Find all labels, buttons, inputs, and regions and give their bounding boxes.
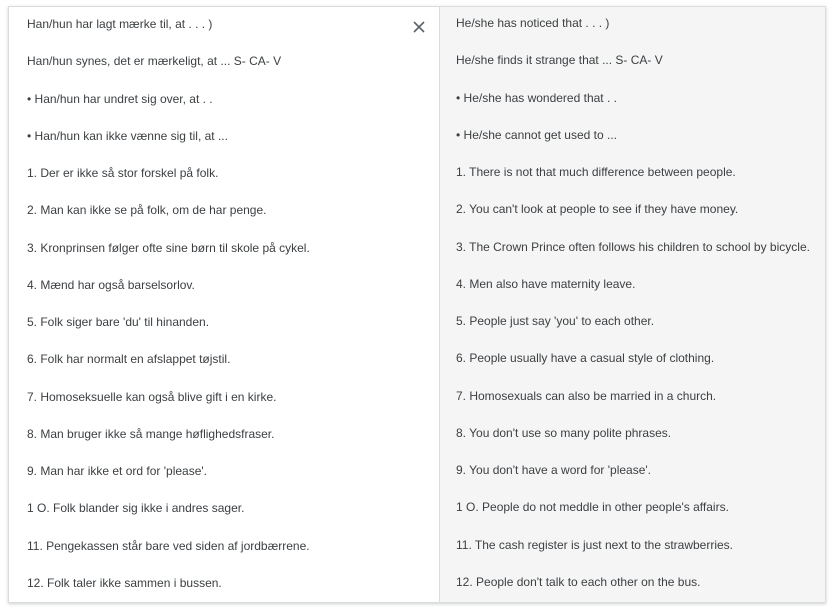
translation-line: 1. There is not that much difference bet… [456,165,736,179]
clear-source-button[interactable] [408,16,430,38]
source-line: 8. Man bruger ikke så mange høflighedsfr… [27,426,275,441]
source-line: 5. Folk siger bare 'du' til hinanden. [27,315,210,329]
source-line: • Han/hun har undret sig over, at . . [27,91,213,106]
source-line: 3. Kronprinsen følger ofte sine børn til… [27,240,310,255]
source-line: 12. Folk taler ikke sammen i bussen. [27,575,222,590]
source-line: 9. Man har ikke et ord for 'please'. [27,464,208,478]
source-line: 1. Der er ikke så stor forskel på folk. [27,166,219,180]
translation-panel: Han/hun har lagt mærke til, at . . . ) Ha… [8,6,826,603]
translation-line: He/she has noticed that . . . ) [456,16,610,30]
source-line: 6. Folk har normalt en afslappet tøjstil… [27,352,231,367]
translation-line: 8. You don't use so many polite phrases. [456,425,672,440]
translation-line: 7. Homosexuals can also be married in a … [456,388,717,403]
source-line: Han/hun synes, det er mærkeligt, at ... … [27,54,282,69]
translation-line: 11. The cash register is just next to th… [456,537,734,552]
close-icon [413,21,425,33]
translation-line: 2. You can't look at people to see if th… [456,202,739,217]
translation-line: 1 O. People do not meddle in other peopl… [456,500,729,515]
translation-line: 4. Men also have maternity leave. [456,276,636,291]
translation-text-pane: He/she has noticed that . . . ) He/she fi… [440,7,825,602]
translation-line: • He/she cannot get used to ... [456,127,617,142]
source-line: 1 O. Folk blander sig ikke i andres sage… [27,501,245,516]
source-line: Han/hun har lagt mærke til, at . . . ) [27,17,213,31]
translation-line: 9. You don't have a word for 'please'. [456,463,652,477]
translation-line: 12. People don't talk to each other on t… [456,574,701,589]
source-line: 4. Mænd har også barselsorlov. [27,277,195,292]
source-line: 2. Man kan ikke se på folk, om de har pe… [27,203,267,218]
translation-line: 6. People usually have a casual style of… [456,351,715,366]
source-text-pane[interactable]: Han/hun har lagt mærke til, at . . . ) Ha… [9,7,440,602]
translation-line: 5. People just say 'you' to each other. [456,314,655,328]
source-line: • Han/hun kan ikke vænne sig til, at ... [27,128,228,143]
source-line: 11. Pengekassen står bare ved siden af j… [27,538,310,553]
translation-line: 3. The Crown Prince often follows his ch… [456,239,810,254]
translation-line: • He/she has wondered that . . [456,90,617,105]
translation-line: He/she finds it strange that ... S- CA- … [456,53,663,68]
source-line: 7. Homoseksuelle kan også blive gift i e… [27,389,277,404]
